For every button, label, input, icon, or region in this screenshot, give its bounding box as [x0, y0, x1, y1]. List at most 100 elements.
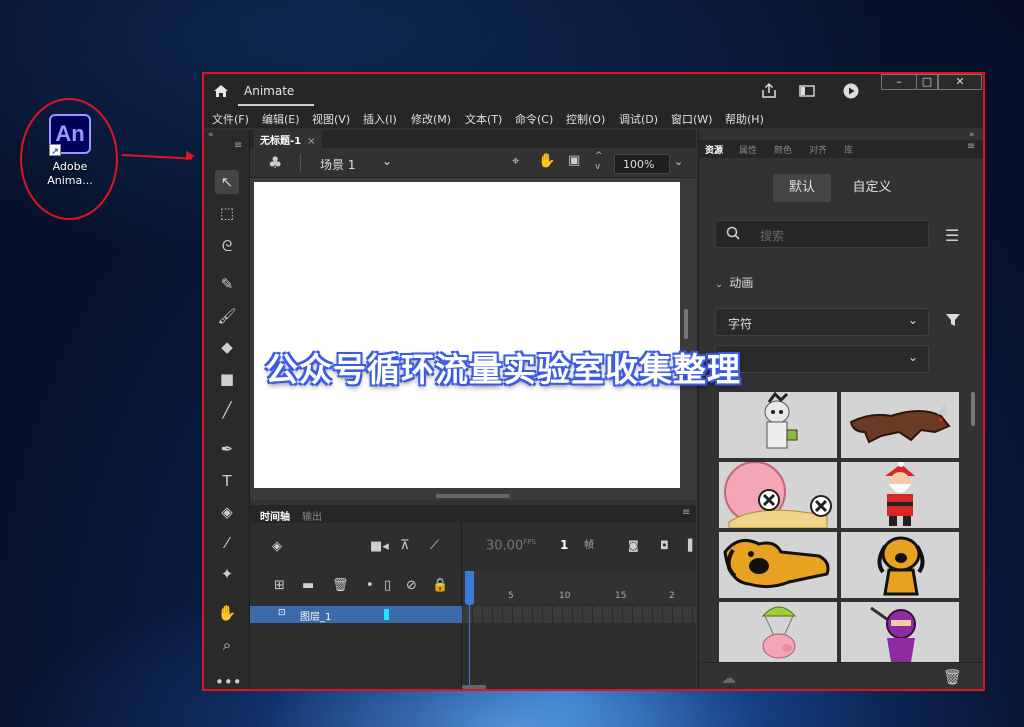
- collapse-tools-icon[interactable]: «: [208, 130, 214, 140]
- pen-tool-icon[interactable]: ✒: [215, 437, 239, 461]
- tab-align[interactable]: 对齐: [809, 143, 827, 156]
- asset-thumb-werewolf[interactable]: [841, 392, 959, 458]
- menu-commands[interactable]: 命令(C): [515, 111, 553, 127]
- outline-layer-icon[interactable]: ▯: [384, 578, 391, 593]
- snap-icon[interactable]: ⌖: [512, 154, 519, 169]
- menu-help[interactable]: 帮助(H): [725, 111, 764, 127]
- fps-readout[interactable]: 30.00FPS: [486, 538, 536, 553]
- asset-thumb-snail[interactable]: [719, 462, 837, 528]
- subcategory-dropdown[interactable]: ⌄: [715, 345, 929, 373]
- zoom-input[interactable]: 100%: [614, 154, 670, 174]
- lasso-tool-icon[interactable]: ᘓ: [215, 234, 239, 258]
- filter-icon[interactable]: [945, 312, 961, 328]
- maximize-button[interactable]: □: [916, 74, 938, 90]
- menu-insert[interactable]: 插入(I): [363, 111, 397, 127]
- tab-assets[interactable]: 资源: [705, 143, 723, 156]
- asset-thumb-pig-parachute[interactable]: [719, 602, 837, 662]
- free-transform-tool-icon[interactable]: ⬚: [215, 201, 239, 225]
- camera-icon[interactable]: ■◂: [370, 539, 389, 554]
- new-folder-icon[interactable]: ▬: [302, 578, 314, 593]
- delete-layer-icon[interactable]: 🗑: [332, 578, 349, 593]
- frame-ruler[interactable]: 5 10 15 2: [463, 571, 696, 603]
- menu-edit[interactable]: 编辑(E): [262, 111, 300, 127]
- timeline-menu-icon[interactable]: ≡: [682, 507, 690, 518]
- menu-modify[interactable]: 修改(M): [411, 111, 451, 127]
- rotate-stage-icon[interactable]: ✋: [538, 153, 555, 169]
- minimize-button[interactable]: –: [881, 74, 917, 90]
- layer-parenting-icon[interactable]: ⊼: [400, 538, 410, 553]
- list-view-icon[interactable]: ☰: [945, 226, 959, 245]
- zoom-tool-icon[interactable]: ⌕: [215, 633, 239, 657]
- tab-library[interactable]: 库: [844, 143, 853, 156]
- asset-thumb-mummy[interactable]: [719, 392, 837, 458]
- asset-thumb-dog-sitting[interactable]: [841, 532, 959, 598]
- brush-tool-icon[interactable]: ✎: [215, 272, 239, 296]
- hand-tool-icon[interactable]: ✋: [215, 601, 239, 625]
- menu-debug[interactable]: 调试(D): [619, 111, 658, 127]
- asset-thumb-dog-lying[interactable]: [719, 532, 837, 598]
- tab-properties[interactable]: 属性: [739, 143, 757, 156]
- cloud-upload-icon[interactable]: ☁: [721, 669, 736, 687]
- stage-vertical-scrollbar[interactable]: [684, 309, 688, 339]
- onion-outline-icon[interactable]: ◘: [660, 539, 669, 552]
- playhead[interactable]: [465, 571, 474, 605]
- segment-custom-button[interactable]: 自定义: [841, 174, 903, 202]
- clip-content-icon[interactable]: ▣: [568, 153, 580, 168]
- document-tab[interactable]: 无标题-1 ×: [254, 130, 322, 148]
- onion-skin-icon[interactable]: ◙: [628, 539, 639, 552]
- stage-canvas[interactable]: [254, 182, 680, 488]
- more-tools-icon[interactable]: •••: [215, 670, 242, 689]
- menu-window[interactable]: 窗口(W): [671, 111, 712, 127]
- timeline-scroll-handle[interactable]: [462, 685, 486, 689]
- panel-resize-handle[interactable]: [436, 494, 510, 498]
- layer-frames-row[interactable]: [463, 606, 696, 623]
- hide-layer-icon[interactable]: ⊘: [406, 578, 417, 593]
- current-frame[interactable]: 1: [560, 538, 568, 552]
- assets-scrollbar[interactable]: [971, 392, 975, 426]
- layer-color-swatch[interactable]: [384, 609, 389, 620]
- workspace-layout-icon[interactable]: [798, 82, 816, 100]
- scene-dropdown-chevron-icon[interactable]: ⌄: [382, 154, 392, 168]
- test-movie-play-icon[interactable]: [842, 82, 860, 100]
- menu-view[interactable]: 视图(V): [312, 111, 350, 127]
- tab-output[interactable]: 输出: [302, 508, 322, 523]
- zoom-stepper-icon[interactable]: ^ v: [595, 151, 603, 173]
- menu-file[interactable]: 文件(F): [212, 111, 249, 127]
- segment-default-button[interactable]: 默认: [773, 174, 831, 202]
- line-tool-icon[interactable]: ╱: [215, 398, 239, 422]
- close-button[interactable]: ✕: [938, 74, 982, 90]
- layer-row[interactable]: ⊡ 图层_1: [250, 606, 462, 623]
- tab-color[interactable]: 颜色: [774, 143, 792, 156]
- home-icon[interactable]: [213, 83, 229, 99]
- highlight-layer-icon[interactable]: •: [366, 578, 374, 593]
- layers-icon[interactable]: ◈: [272, 539, 282, 554]
- delete-asset-icon[interactable]: 🗑: [943, 668, 962, 686]
- menu-control[interactable]: 控制(O): [566, 111, 605, 127]
- section-animation[interactable]: ⌄ 动画: [715, 274, 753, 291]
- document-tab-close-icon[interactable]: ×: [307, 136, 315, 147]
- new-layer-icon[interactable]: ⊞: [274, 578, 285, 593]
- collapse-panel-icon[interactable]: »: [969, 130, 975, 140]
- eyedropper-tool-icon[interactable]: ⁄: [215, 531, 239, 555]
- asset-thumb-santa[interactable]: [841, 462, 959, 528]
- pin-tool-icon[interactable]: ✦: [215, 562, 239, 586]
- text-tool-icon[interactable]: T: [215, 469, 239, 493]
- edit-multiple-frames-icon[interactable]: ▌: [688, 539, 696, 552]
- edit-symbols-icon[interactable]: ♣: [268, 153, 282, 172]
- asset-thumb-ninja[interactable]: [841, 602, 959, 662]
- menu-text[interactable]: 文本(T): [465, 111, 502, 127]
- rectangle-tool-icon[interactable]: ■: [215, 367, 239, 391]
- lock-layer-icon[interactable]: 🔒: [432, 578, 448, 593]
- tab-timeline[interactable]: 时间轴: [260, 508, 290, 523]
- paint-bucket-tool-icon[interactable]: ◈: [215, 500, 239, 524]
- graph-icon[interactable]: ⟋: [430, 538, 439, 553]
- eraser-tool-icon[interactable]: ◆: [215, 335, 239, 359]
- scene-label[interactable]: 场景 1: [320, 156, 355, 173]
- paint-brush-tool-icon[interactable]: 🖌: [215, 304, 239, 328]
- selection-tool-icon[interactable]: ↖: [215, 170, 239, 194]
- tools-menu-icon[interactable]: ≡: [234, 140, 242, 151]
- share-icon[interactable]: [760, 82, 778, 100]
- zoom-dropdown-chevron-icon[interactable]: ⌄: [674, 155, 683, 168]
- category-dropdown[interactable]: 字符 ⌄: [715, 308, 929, 336]
- right-panel-menu-icon[interactable]: ≡: [967, 141, 975, 152]
